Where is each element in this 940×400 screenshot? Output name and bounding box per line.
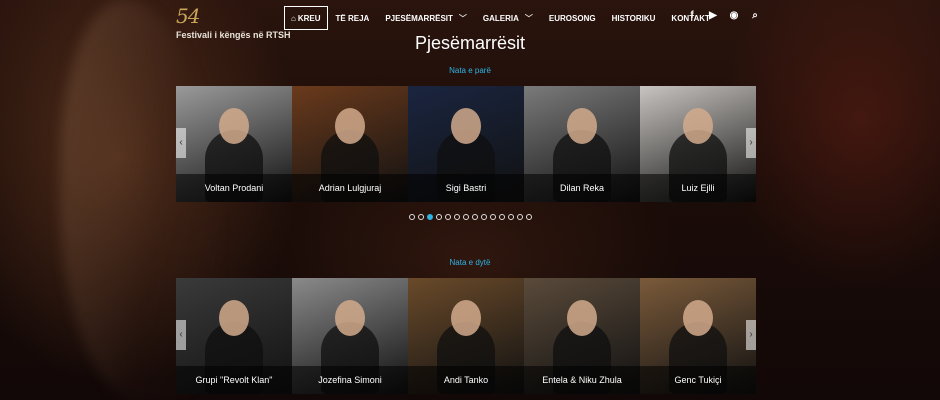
page-title: Pjesëmarrësit — [414, 33, 526, 53]
artist-card[interactable]: Adrian Lulgjuraj — [292, 86, 408, 202]
logo-mark: 54 — [176, 4, 200, 28]
nav-label: TË REJA — [335, 13, 370, 23]
artist-name: Jozefina Simoni — [292, 366, 408, 394]
main-nav: ⌂ KREU TË REJA PJESËMARRËSIT ﹀ GALERIA ﹀ EUROSO… — [284, 6, 718, 30]
section-label-night-2: Nata e dytë — [449, 258, 491, 267]
chevron-down-icon: ﹀ — [458, 13, 467, 23]
artist-name: Entela & Niku Zhula — [524, 366, 640, 394]
artist-card[interactable]: Voltan Prodani — [176, 86, 292, 202]
pagination-dot[interactable] — [426, 214, 433, 220]
pagination-dot[interactable] — [471, 214, 478, 220]
pagination-dot[interactable] — [525, 214, 532, 220]
nav-item-pjesëmarrësit[interactable]: PJESËMARRËSIT ﹀ — [377, 6, 475, 30]
pagination-dot[interactable] — [462, 214, 469, 220]
pagination-dot[interactable] — [489, 214, 496, 220]
nav-item-eurosong[interactable]: EUROSONG — [541, 6, 604, 30]
artist-card[interactable]: Grupi "Revolt Klan" — [176, 278, 292, 394]
artist-card[interactable]: Andi Tanko — [408, 278, 524, 394]
pagination-dot[interactable] — [417, 214, 424, 220]
search-icon[interactable]: ⌕ — [749, 10, 761, 21]
carousel-prev-button[interactable]: ‹ — [176, 320, 186, 350]
artist-card[interactable]: Jozefina Simoni — [292, 278, 408, 394]
carousel-night-2: ‹ Grupi "Revolt Klan" Jozefina Simoni Andi … — [176, 278, 756, 394]
nav-label: GALERIA — [482, 13, 519, 23]
artist-name: Luiz Ejlli — [640, 174, 756, 202]
artist-card[interactable]: Entela & Niku Zhula — [524, 278, 640, 394]
section-label-night-1: Nata e parë — [449, 66, 491, 75]
carousel-prev-button[interactable]: ‹ — [176, 128, 186, 158]
nav-item-galeria[interactable]: GALERIA ﹀ — [475, 6, 541, 30]
chevron-down-icon: ﹀ — [524, 13, 533, 23]
rss-icon[interactable]: ◉ — [728, 10, 740, 21]
artist-name: Sigi Bastri — [408, 174, 524, 202]
nav-label: KREU — [297, 13, 321, 23]
artist-name: Grupi "Revolt Klan" — [176, 366, 292, 394]
artist-card[interactable]: Sigi Bastri — [408, 86, 524, 202]
nav-label: HISTORIKU — [611, 13, 656, 23]
nav-item-historiku[interactable]: HISTORIKU — [604, 6, 664, 30]
youtube-icon[interactable]: ▶ — [707, 10, 719, 21]
carousel-night-1: ‹ Voltan Prodani Adrian Lulgjuraj Sigi Bast… — [176, 86, 756, 202]
artist-name: Dilan Reka — [524, 174, 640, 202]
pagination-dot[interactable] — [444, 214, 451, 220]
artist-card[interactable]: Genc Tukiçi — [640, 278, 756, 394]
carousel-next-button[interactable]: › — [746, 128, 756, 158]
facebook-icon[interactable]: f — [686, 10, 698, 21]
home-icon: ⌂ — [291, 13, 296, 23]
carousel-pagination — [0, 214, 940, 220]
carousel-next-button[interactable]: › — [746, 320, 756, 350]
artist-name: Voltan Prodani — [176, 174, 292, 202]
pagination-dot[interactable] — [498, 214, 505, 220]
artist-name: Genc Tukiçi — [640, 366, 756, 394]
artist-card[interactable]: Luiz Ejlli — [640, 86, 756, 202]
pagination-dot[interactable] — [480, 214, 487, 220]
social-links: f ▶ ◉ ⌕ — [686, 10, 761, 21]
artist-name: Adrian Lulgjuraj — [292, 174, 408, 202]
pagination-dot[interactable] — [435, 214, 442, 220]
pagination-dot[interactable] — [507, 214, 514, 220]
nav-item-të-reja[interactable]: TË REJA — [328, 6, 378, 30]
nav-item-kreu[interactable]: ⌂ KREU — [284, 6, 328, 30]
nav-label: PJESËMARRËSIT — [385, 13, 453, 23]
nav-label: EUROSONG — [548, 13, 596, 23]
pagination-dot[interactable] — [408, 214, 415, 220]
pagination-dot[interactable] — [453, 214, 460, 220]
artist-name: Andi Tanko — [408, 366, 524, 394]
artist-card[interactable]: Dilan Reka — [524, 86, 640, 202]
pagination-dot[interactable] — [516, 214, 523, 220]
